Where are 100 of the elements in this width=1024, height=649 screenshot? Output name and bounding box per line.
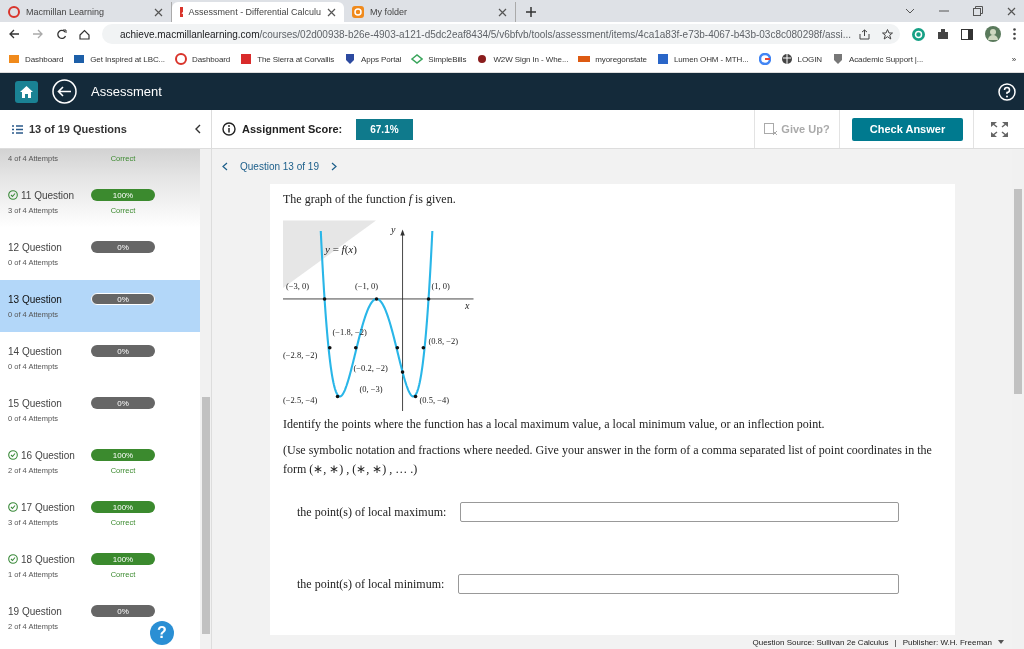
bookmark-favicon-icon: [578, 53, 591, 65]
point-label: (0.5, −4): [419, 394, 450, 405]
point-label: (0.8, −2): [428, 336, 459, 346]
point-label: (−2.5, −4): [283, 394, 318, 405]
score-pill: 0%: [91, 241, 155, 253]
close-icon[interactable]: [327, 7, 336, 17]
bookmark[interactable]: Apps Portal: [344, 53, 402, 65]
score-pill: 0%: [91, 293, 155, 305]
point-label: (−2.8, −2): [283, 349, 318, 360]
answer-label: the point(s) of local maximum:: [297, 504, 447, 520]
bookmark[interactable]: myoregonstate: [578, 53, 647, 65]
next-chevron-icon[interactable]: [330, 162, 337, 171]
question-prompt: Identify the points where the function has a local maximum value, a local minimum value, or an inflection point.: [283, 417, 826, 432]
point-label: (−0.2, −2): [353, 363, 388, 373]
tab-favicon-icon: [180, 6, 183, 18]
home-icon[interactable]: [79, 28, 90, 40]
help-button[interactable]: ?: [150, 621, 174, 645]
info-icon[interactable]: [222, 122, 236, 136]
bookmark-favicon-icon[interactable]: [758, 53, 771, 65]
axis-label: y: [391, 225, 396, 235]
page-title: Assessment: [91, 84, 163, 99]
footer-separator: |: [894, 637, 897, 647]
question-label: 19 Question: [8, 605, 62, 617]
puzzle-icon[interactable]: [937, 28, 949, 40]
help-icon[interactable]: [998, 82, 1016, 101]
question-label: 16 Question: [21, 449, 75, 461]
bookmark[interactable]: SimpleBills: [411, 53, 467, 65]
bookmark-favicon-icon: [8, 53, 20, 65]
check-circle-icon: [8, 554, 18, 564]
score-pill: 100%: [91, 501, 155, 513]
bookmark[interactable]: Get Inspired at LBC...: [73, 53, 165, 65]
point-label: (0, −3): [359, 384, 383, 394]
question-label: 11 Question: [21, 189, 75, 201]
question-label: 14 Question: [8, 345, 62, 357]
score-pill: 100%: [91, 449, 155, 461]
address-bar[interactable]: achieve.macmillanlearning.com/courses/02d00938-b26e-4903-a121-d5dc2eaf8434/5/v6bfvb/tools/assessment/items/4ca1a83f-e73b-4067-b43b-03c8c080298f/assi...: [102, 24, 900, 44]
question-label: 17 Question: [21, 501, 75, 513]
bookmark[interactable]: Dashboard: [175, 53, 231, 65]
fullscreen-icon[interactable]: [990, 121, 1008, 137]
bookmark-favicon-icon: [73, 53, 86, 65]
share-icon[interactable]: [859, 28, 871, 40]
bookmark[interactable]: Lumen OHM - MTH...: [656, 53, 749, 65]
reload-icon[interactable]: [56, 28, 67, 40]
answer-label: the point(s) of local minimum:: [297, 576, 445, 592]
give-up-icon: [764, 122, 779, 136]
score-pill: 0%: [91, 345, 155, 357]
tab-favicon-icon: [352, 6, 364, 18]
menu-icon[interactable]: [1013, 28, 1016, 40]
answer-field[interactable]: [458, 574, 900, 594]
restore-icon[interactable]: [973, 6, 983, 16]
bookmark[interactable]: The Sierra at Corvallis: [240, 53, 335, 65]
publisher-text: Publisher: W.H. Freeman: [902, 637, 992, 647]
side-panel-icon[interactable]: [961, 28, 973, 40]
list-icon[interactable]: [12, 124, 23, 134]
question-source-link[interactable]: Question Source: Sullivan 2e Calculus: [752, 637, 889, 647]
answer-field[interactable]: [460, 502, 900, 522]
axis-label: x: [465, 301, 470, 311]
question-label: 12 Question: [8, 241, 62, 253]
close-icon[interactable]: [498, 7, 507, 17]
previous-chevron-icon[interactable]: [222, 162, 228, 171]
bookmark[interactable]: W2W Sign In - Whe...: [476, 53, 569, 65]
check-circle-icon: [8, 450, 18, 460]
bookmark-favicon-icon: [175, 53, 187, 65]
star-icon[interactable]: [882, 28, 894, 40]
bookmark-favicon-icon: [832, 53, 844, 65]
bookmark[interactable]: LOGIN: [780, 53, 822, 65]
home-button[interactable]: [15, 80, 38, 103]
home-icon: [20, 85, 33, 98]
bookmark[interactable]: Dashboard: [8, 53, 64, 65]
tab-search-icon[interactable]: [905, 8, 915, 14]
score-pill: 0%: [91, 397, 155, 409]
tab-favicon-icon: [8, 6, 20, 18]
bookmark-favicon-icon: [656, 53, 669, 65]
score-badge: 67.1%: [356, 118, 413, 140]
point-label: (1, 0): [431, 280, 450, 291]
avatar-icon[interactable]: [985, 26, 1001, 42]
score-pill: 100%: [91, 553, 155, 565]
more-bookmarks[interactable]: »: [1011, 54, 1016, 64]
extension-icon[interactable]: [912, 27, 925, 41]
instructions-text: (Use symbolic notation and fractions where needed. Give your answer in the form of a comma separated list of point coordinates in the form (∗, ∗) , (∗, ∗) , … .): [283, 442, 933, 478]
scrollbar[interactable]: [200, 149, 211, 649]
back-icon[interactable]: [8, 29, 20, 39]
score-pill: 0%: [91, 605, 155, 617]
point-label: (−3, 0): [286, 280, 310, 291]
collapse-chevron-icon[interactable]: [195, 124, 201, 134]
question-label: 15 Question: [8, 397, 62, 409]
question-label: 13 Question: [8, 293, 62, 305]
bookmark[interactable]: Academic Support |...: [832, 53, 924, 65]
close-icon[interactable]: [154, 7, 163, 17]
check-answer-button[interactable]: Check Answer: [852, 117, 963, 141]
browser-tab[interactable]: Assessment - Differential Calculu: [172, 2, 344, 22]
question-label: 18 Question: [21, 553, 75, 565]
browser-tab[interactable]: My folder: [344, 2, 516, 22]
bookmark-favicon-icon: [411, 53, 424, 65]
check-circle-icon: [8, 190, 18, 200]
score-label: Assignment Score:: [242, 123, 343, 135]
score-pill: 100%: [91, 189, 155, 201]
question-count: 13 of 19 Questions: [29, 123, 128, 135]
caret-icon[interactable]: [998, 640, 1004, 644]
close-icon[interactable]: [1007, 6, 1016, 16]
